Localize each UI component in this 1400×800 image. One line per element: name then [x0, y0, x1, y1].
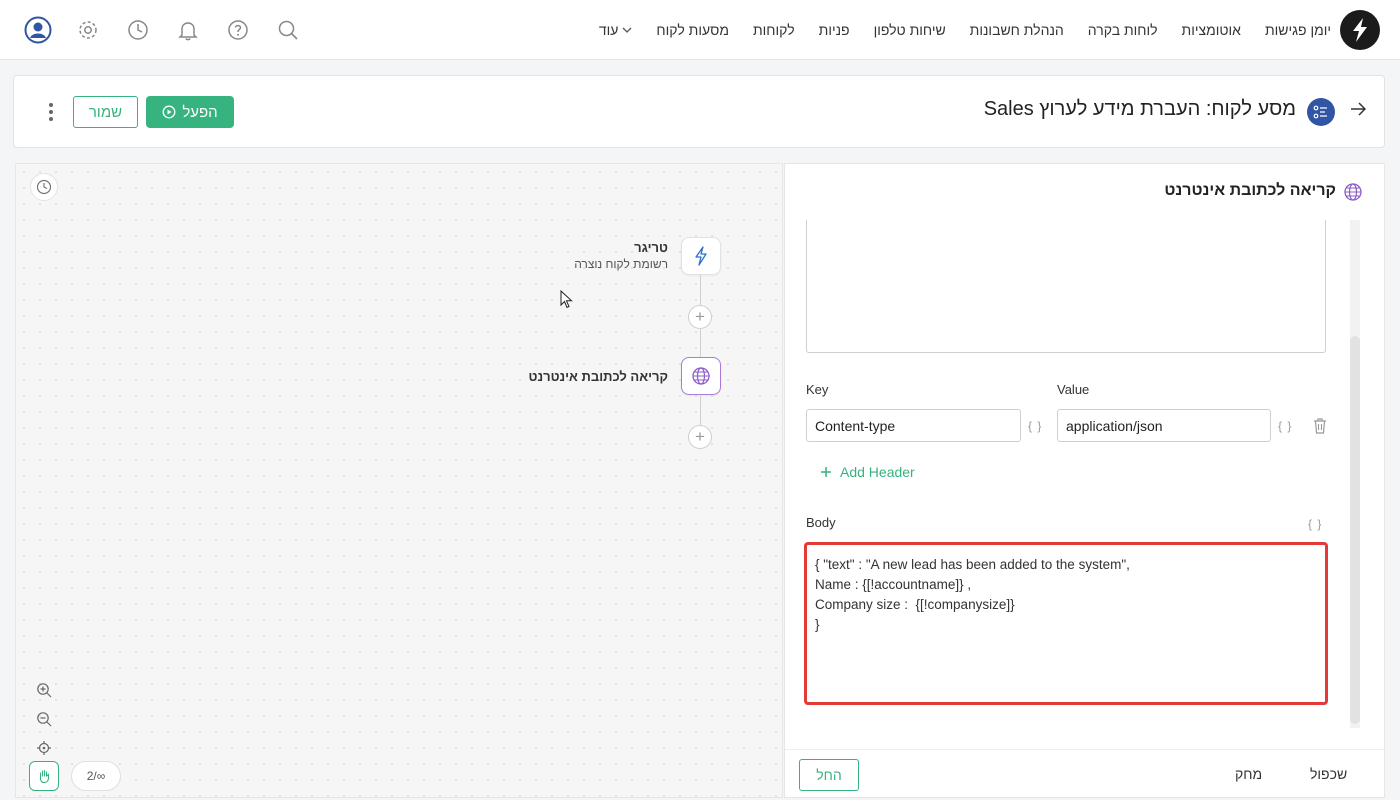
save-button[interactable]: שמור: [73, 96, 138, 128]
connector-line: [700, 396, 701, 426]
nav-item-dashboards[interactable]: לוחות בקרה: [1088, 22, 1158, 38]
trigger-node[interactable]: [681, 237, 721, 275]
nav-item-accounting[interactable]: הנהלת חשבונות: [970, 22, 1064, 38]
search-icon[interactable]: [274, 16, 302, 44]
header-key-input[interactable]: Content-type: [806, 409, 1021, 442]
trigger-node-title: טריגר: [634, 240, 668, 255]
globe-icon: [1343, 182, 1363, 202]
scrollbar-thumb[interactable]: [1350, 336, 1360, 724]
lightning-logo-icon: [1353, 18, 1367, 42]
chevron-down-icon: [622, 27, 632, 33]
journey-list-icon: [1307, 98, 1335, 126]
duplicate-button[interactable]: שכפול: [1310, 766, 1347, 782]
user-avatar-icon[interactable]: [24, 16, 52, 44]
top-icon-group: [24, 16, 302, 44]
nav-item-customer-journeys[interactable]: מסעות לקוח: [656, 22, 729, 38]
clock-history-icon[interactable]: [124, 16, 152, 44]
gear-icon[interactable]: [74, 16, 102, 44]
activate-label: הפעל: [182, 103, 218, 121]
add-header-button[interactable]: Add Header: [820, 464, 915, 480]
hand-pan-icon[interactable]: [29, 761, 59, 791]
trash-icon[interactable]: [1312, 417, 1328, 435]
web-call-node-title: קריאה לכתובת אינטרנט: [528, 369, 668, 384]
back-arrow-icon[interactable]: [1350, 100, 1367, 123]
plus-icon: [821, 467, 831, 477]
web-call-config-panel: קריאה לכתובת אינטרנט Key Value Content-t…: [784, 163, 1385, 798]
zoom-controls: [29, 676, 59, 762]
globe-icon: [692, 367, 710, 385]
clock-icon: [36, 179, 52, 195]
top-navigation-bar: יומן פגישות אוטומציות לוחות בקרה הנהלת ח…: [0, 0, 1400, 60]
nav-more-label: עוד: [598, 22, 619, 38]
mouse-cursor-icon: [560, 290, 573, 309]
body-label: Body: [806, 515, 836, 530]
flow-canvas[interactable]: טריגר רשומת לקוח נוצרה + קריאה לכתובת אי…: [15, 163, 783, 798]
app-logo[interactable]: [1340, 10, 1380, 50]
nav-item-automations[interactable]: אוטומציות: [1182, 22, 1241, 38]
help-icon[interactable]: [224, 16, 252, 44]
key-variable-braces-icon[interactable]: { }: [1028, 419, 1042, 433]
nav-item-tickets[interactable]: פניות: [819, 22, 850, 38]
more-options-icon[interactable]: [44, 100, 58, 124]
apply-button[interactable]: החל: [799, 759, 859, 791]
body-variable-braces-icon[interactable]: { }: [1308, 517, 1322, 531]
web-call-node[interactable]: [681, 357, 721, 395]
key-label: Key: [806, 382, 829, 397]
page-indicator: 2/∞: [71, 761, 121, 791]
canvas-history-button[interactable]: [30, 173, 58, 201]
lightning-icon: [695, 246, 707, 266]
connector-line: [700, 329, 701, 358]
value-label: Value: [1057, 382, 1090, 397]
panel-footer: החל מחק שכפול: [785, 749, 1384, 797]
main-nav: יומן פגישות אוטומציות לוחות בקרה הנהלת ח…: [599, 0, 1331, 60]
nav-item-meetings[interactable]: יומן פגישות: [1265, 22, 1331, 38]
body-textarea[interactable]: { "text" : "A new lead has been added to…: [804, 542, 1328, 705]
zoom-in-icon[interactable]: [29, 676, 59, 704]
value-variable-braces-icon[interactable]: { }: [1278, 419, 1292, 433]
nav-item-customers[interactable]: לקוחות: [753, 22, 795, 38]
recenter-icon[interactable]: [29, 734, 59, 762]
previous-textarea[interactable]: [806, 220, 1326, 353]
bell-icon[interactable]: [174, 16, 202, 44]
journey-header: מסע לקוח: העברת מידע לערוץ Sales הפעל שמ…: [13, 75, 1385, 148]
add-header-label: Add Header: [840, 464, 915, 480]
zoom-out-icon[interactable]: [29, 705, 59, 733]
play-circle-icon: [162, 105, 176, 119]
header-value-input[interactable]: application/json: [1057, 409, 1271, 442]
connector-line: [700, 275, 701, 306]
delete-button[interactable]: מחק: [1235, 766, 1262, 782]
nav-more-dropdown[interactable]: עוד: [599, 22, 633, 38]
nav-item-phone-calls[interactable]: שיחות טלפון: [874, 22, 946, 38]
trigger-node-subtitle: רשומת לקוח נוצרה: [574, 257, 668, 271]
panel-title: קריאה לכתובת אינטרנט: [1164, 182, 1336, 199]
add-step-button[interactable]: +: [688, 425, 712, 449]
add-step-button[interactable]: +: [688, 305, 712, 329]
page-title: מסע לקוח: העברת מידע לערוץ Sales: [983, 98, 1296, 120]
activate-button[interactable]: הפעל: [146, 96, 234, 128]
